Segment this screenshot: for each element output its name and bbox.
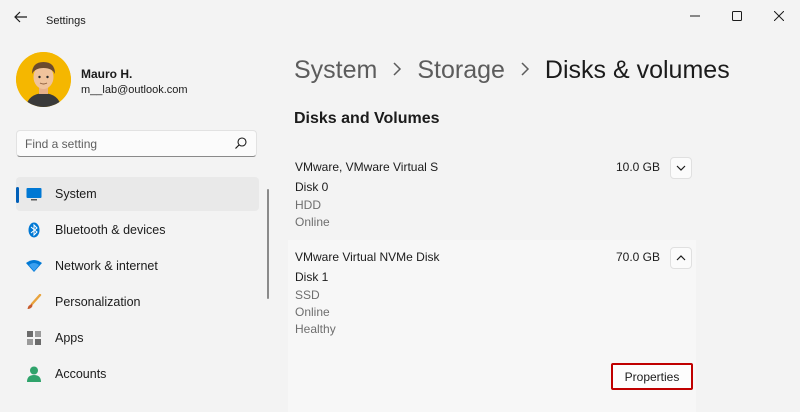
sidebar-item-label: Network & internet [55,259,158,273]
person-icon [26,366,42,382]
close-icon [774,11,784,21]
close-button[interactable] [764,6,794,26]
collapse-disk-button[interactable] [670,247,692,269]
disk-health: Healthy [295,322,336,336]
back-button[interactable] [10,8,32,26]
sidebar-item-system[interactable]: System [16,177,259,211]
disk-card: VMware, VMware Virtual S 10.0 GB Disk 0 … [288,150,696,234]
chevron-right-icon [505,60,545,81]
sidebar-item-accounts[interactable]: Accounts [16,357,259,391]
sidebar-item-network[interactable]: Network & internet [16,249,259,283]
expand-disk-button[interactable] [670,157,692,179]
chevron-up-icon [676,255,686,261]
disk-label: Disk 0 [295,180,329,194]
brush-icon [26,294,42,310]
search-box [16,130,257,157]
monitor-icon [26,186,42,202]
breadcrumb-item-system[interactable]: System [294,56,377,85]
chevron-down-icon [676,165,686,171]
sidebar-nav: System Bluetooth & devices Network & int… [16,177,259,393]
sidebar-item-label: Personalization [55,295,141,309]
breadcrumb-item-storage[interactable]: Storage [417,56,505,85]
title-bar: Settings [0,0,800,32]
minimize-button[interactable] [680,6,710,26]
avatar [16,52,71,107]
user-name: Mauro H. [81,67,133,81]
wifi-icon [26,258,42,274]
sidebar-scrollbar[interactable] [267,189,269,299]
sidebar-item-personalization[interactable]: Personalization [16,285,259,319]
disk-status: Online [295,305,330,319]
disk-size: 70.0 GB [615,250,660,264]
back-arrow-icon [14,11,27,23]
breadcrumb: System Storage Disks & volumes [294,54,730,86]
disk-label: Disk 1 [295,270,329,284]
app-title: Settings [46,15,86,27]
disk-name: VMware Virtual NVMe Disk [295,250,440,264]
disk-size: 10.0 GB [615,160,660,174]
search-input[interactable] [17,131,217,156]
apps-icon [26,330,42,346]
disk-type: SSD [295,288,320,302]
user-email: m__lab@outlook.com [81,84,188,96]
sidebar-item-label: Accounts [55,367,107,381]
bluetooth-icon [26,222,42,238]
disk-name: VMware, VMware Virtual S [295,160,439,174]
sidebar-item-bluetooth[interactable]: Bluetooth & devices [16,213,259,247]
avatar-illustration [16,52,71,107]
properties-button[interactable]: Properties [611,363,693,390]
sidebar-item-apps[interactable]: Apps [16,321,259,355]
maximize-button[interactable] [722,6,752,26]
sidebar-item-label: Bluetooth & devices [55,223,166,237]
maximize-icon [732,11,742,21]
page-title: Disks & volumes [544,55,730,84]
chevron-right-icon [377,60,417,81]
sidebar-item-label: Apps [55,331,84,345]
minimize-icon [690,15,700,17]
user-profile[interactable]: Mauro H. m__lab@outlook.com [16,52,266,108]
section-title: Disks and Volumes [294,110,440,127]
search-icon[interactable] [234,136,248,150]
disk-status: Online [295,215,330,229]
settings-window: Settings Mauro H. m__lab@outlook.com Fin… [0,0,800,412]
sidebar-item-label: System [55,187,97,201]
disk-type: HDD [295,198,321,212]
